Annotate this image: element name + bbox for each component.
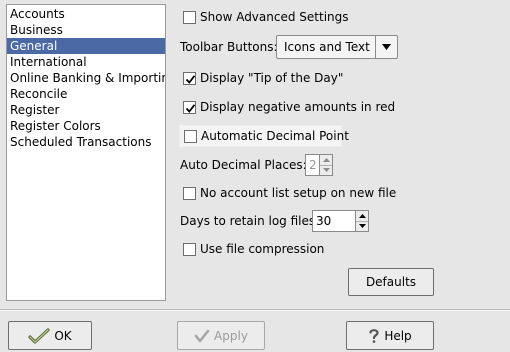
automatic-decimal-point-checkbox[interactable]: Automatic Decimal Point — [179, 125, 349, 147]
sidebar-item-register[interactable]: Register — [7, 102, 165, 118]
auto-decimal-places-spinner[interactable]: 2 — [305, 154, 333, 176]
file-compression-label: Use file compression — [200, 242, 325, 256]
ok-button[interactable]: OK — [8, 321, 92, 350]
checkbox-box[interactable] — [183, 186, 196, 200]
spin-up-icon[interactable] — [356, 211, 368, 222]
sidebar-item-general[interactable]: General — [7, 38, 165, 54]
show-advanced-settings-checkbox[interactable]: Show Advanced Settings — [183, 8, 349, 26]
spin-down-icon[interactable] — [356, 222, 368, 232]
no-account-list-checkbox[interactable]: No account list setup on new file — [183, 184, 396, 202]
sidebar-item-scheduled-transactions[interactable]: Scheduled Transactions — [7, 134, 165, 150]
toolbar-buttons-select[interactable]: Icons and Text — [276, 35, 398, 59]
category-list: Accounts Business General International … — [6, 4, 166, 301]
ok-button-label: OK — [54, 328, 72, 343]
checkbox-box[interactable] — [183, 71, 196, 85]
help-question-icon — [368, 328, 380, 344]
checkbox-box[interactable] — [183, 10, 196, 24]
negative-amounts-red-label: Display negative amounts in red — [200, 100, 396, 114]
apply-button-label: Apply — [214, 328, 248, 343]
apply-check-icon — [194, 329, 210, 343]
auto-decimal-places-label: Auto Decimal Places: — [180, 158, 307, 172]
show-advanced-settings-label: Show Advanced Settings — [200, 10, 349, 24]
sidebar-item-reconcile[interactable]: Reconcile — [7, 86, 165, 102]
sidebar-item-register-colors[interactable]: Register Colors — [7, 118, 165, 134]
apply-button[interactable]: Apply — [177, 321, 265, 350]
negative-amounts-red-checkbox[interactable]: Display negative amounts in red — [183, 98, 395, 116]
spin-down-icon[interactable] — [320, 166, 332, 176]
tip-of-the-day-checkbox[interactable]: Display "Tip of the Day" — [183, 69, 343, 87]
log-retain-spinner[interactable]: 30 — [312, 210, 369, 232]
help-button-label: Help — [384, 328, 412, 343]
toolbar-buttons-value: Icons and Text — [284, 40, 370, 54]
file-compression-checkbox[interactable]: Use file compression — [183, 240, 324, 258]
footer-separator — [0, 309, 510, 311]
spin-up-icon[interactable] — [320, 155, 332, 166]
chevron-down-icon[interactable] — [375, 36, 397, 58]
checkmark-icon — [185, 74, 196, 84]
ok-check-icon — [28, 327, 50, 344]
defaults-button[interactable]: Defaults — [348, 268, 434, 296]
automatic-decimal-point-label: Automatic Decimal Point — [201, 129, 349, 143]
log-retain-value[interactable]: 30 — [313, 211, 355, 231]
checkbox-box[interactable] — [183, 100, 196, 114]
tip-of-the-day-label: Display "Tip of the Day" — [200, 71, 344, 85]
sidebar-item-accounts[interactable]: Accounts — [7, 6, 165, 22]
auto-decimal-places-value: 2 — [309, 158, 317, 172]
sidebar-item-international[interactable]: International — [7, 54, 165, 70]
defaults-button-label: Defaults — [365, 275, 417, 289]
checkmark-icon — [185, 103, 196, 113]
checkbox-box[interactable] — [183, 242, 196, 256]
toolbar-buttons-label: Toolbar Buttons: — [180, 40, 278, 54]
sidebar-item-business[interactable]: Business — [7, 22, 165, 38]
help-button[interactable]: Help — [346, 321, 434, 350]
log-retain-label: Days to retain log files: — [180, 214, 320, 228]
checkbox-box[interactable] — [184, 129, 197, 143]
no-account-list-label: No account list setup on new file — [200, 186, 397, 200]
sidebar-item-online-banking[interactable]: Online Banking & Importing — [7, 70, 165, 86]
